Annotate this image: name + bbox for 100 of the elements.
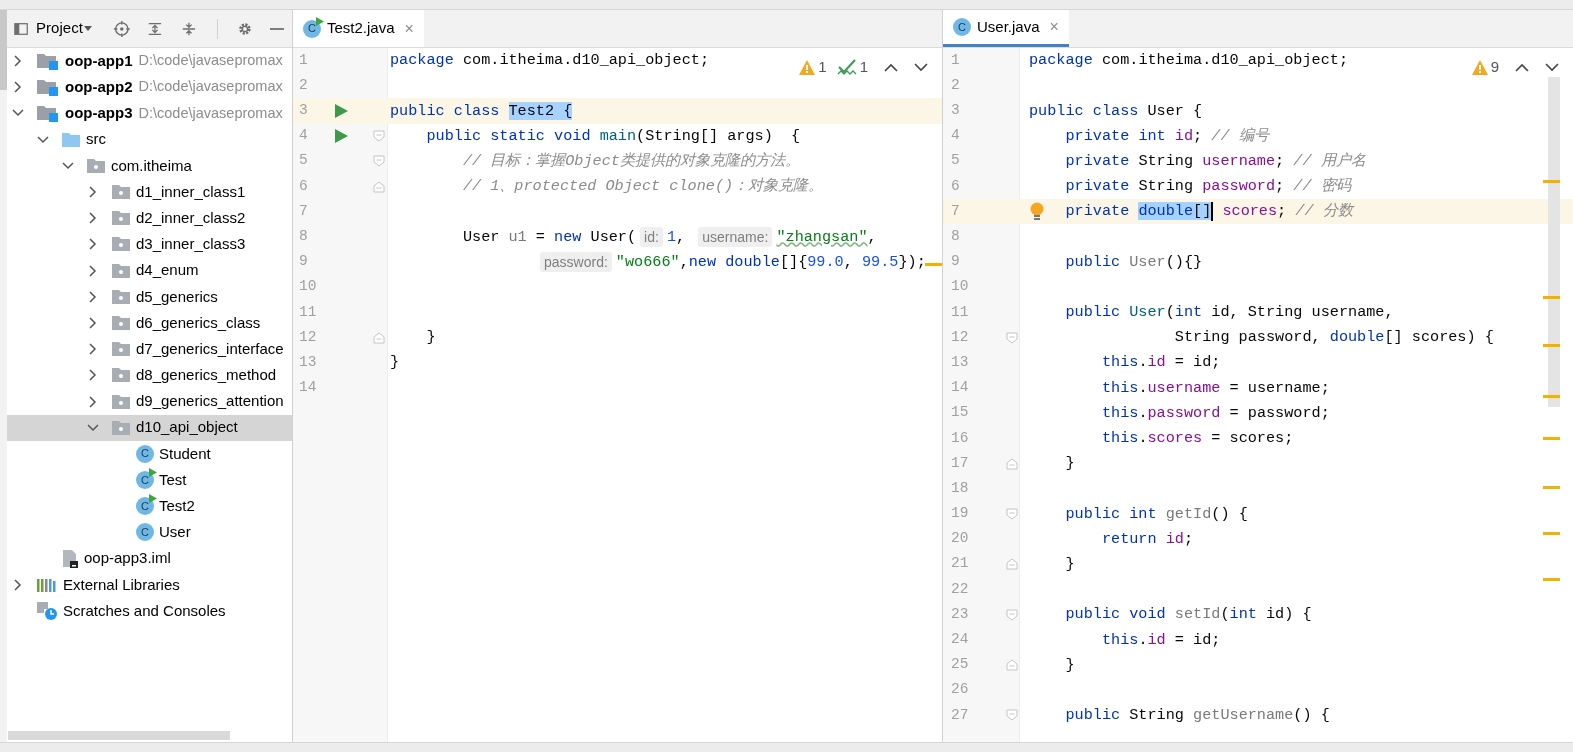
chevron-right-icon[interactable] bbox=[12, 55, 24, 68]
chevron-right-icon[interactable] bbox=[87, 238, 99, 251]
project-icon[interactable] bbox=[14, 20, 29, 37]
tree-item[interactable]: d3_inner_class3 bbox=[7, 231, 292, 258]
tree-item[interactable]: Scratches and Consoles bbox=[7, 597, 292, 625]
chevron-right-icon[interactable] bbox=[87, 264, 99, 277]
line-number: 11 bbox=[950, 302, 970, 322]
file-icon bbox=[61, 548, 79, 569]
chevron-right-icon[interactable] bbox=[12, 81, 24, 94]
typo-count[interactable]: 1 bbox=[836, 56, 868, 79]
fold-marker-icon[interactable] bbox=[373, 130, 385, 143]
close-button[interactable]: × bbox=[1049, 15, 1059, 39]
code-line: // 目标：掌握Object类提供的对象克隆的方法。 bbox=[461, 150, 800, 172]
tree-item[interactable]: d1_inner_class1 bbox=[7, 178, 292, 206]
chevron-right-icon[interactable] bbox=[12, 578, 24, 591]
close-button[interactable]: × bbox=[404, 16, 414, 41]
locate-icon[interactable] bbox=[112, 18, 131, 39]
fold-marker-icon[interactable] bbox=[1006, 558, 1018, 571]
code-line: public class Test2 { bbox=[390, 100, 573, 122]
code-line: } bbox=[1064, 654, 1075, 676]
run-icon[interactable] bbox=[335, 129, 348, 144]
chevron-right-icon[interactable] bbox=[87, 212, 99, 225]
fold-marker-icon[interactable] bbox=[1006, 608, 1018, 621]
tree-item[interactable]: d9_generics_attention bbox=[7, 388, 292, 415]
package-folder-icon bbox=[111, 419, 131, 436]
line-number: 27 bbox=[950, 705, 970, 725]
next-highlight-icon[interactable] bbox=[1545, 62, 1559, 72]
tree-item[interactable]: oop-app3.iml bbox=[7, 545, 292, 572]
error-stripe-mark bbox=[925, 263, 942, 266]
line-number: 4 bbox=[298, 126, 309, 146]
warning-stripe-mark bbox=[1543, 344, 1560, 347]
tree-item[interactable]: oop-app1 D:\code\javasepromax bbox=[7, 48, 292, 75]
tree-item[interactable]: External Libraries bbox=[7, 571, 292, 598]
line-number: 2 bbox=[298, 75, 309, 95]
fold-marker-icon[interactable] bbox=[1006, 507, 1018, 520]
item-label: d8_generics_method bbox=[136, 365, 277, 386]
chevron-down-icon[interactable] bbox=[87, 421, 99, 434]
tree-item[interactable]: src bbox=[7, 126, 292, 153]
fold-marker-icon[interactable] bbox=[1006, 659, 1018, 672]
tree-item[interactable]: C Test2 bbox=[7, 493, 292, 520]
vertical-scrollbar[interactable] bbox=[1548, 77, 1560, 407]
previous-highlight-icon[interactable] bbox=[1515, 62, 1529, 72]
warning-stripe-mark bbox=[1543, 578, 1560, 581]
item-path: D:\code\javasepromax bbox=[138, 103, 283, 123]
tree-item[interactable]: com.itheima bbox=[7, 152, 292, 179]
code-text: 1, bbox=[666, 226, 687, 248]
chevron-right-icon[interactable] bbox=[87, 369, 99, 382]
line-number: 11 bbox=[298, 302, 318, 322]
run-icon[interactable] bbox=[335, 103, 348, 118]
tree-item[interactable]: oop-app3 D:\code\javasepromax bbox=[7, 100, 292, 127]
chevron-down-icon[interactable] bbox=[37, 133, 49, 146]
line-number: 2 bbox=[950, 75, 961, 95]
line-number: 12 bbox=[950, 327, 970, 347]
warning-stripe-mark bbox=[1543, 180, 1560, 183]
fold-marker-icon[interactable] bbox=[1006, 709, 1018, 722]
line-number: 14 bbox=[298, 378, 318, 398]
tree-item[interactable]: C Student bbox=[7, 440, 292, 467]
previous-highlight-icon[interactable] bbox=[884, 62, 898, 72]
chevron-right-icon[interactable] bbox=[87, 186, 99, 199]
code-text: "wo666",new double[]{99.0, 99.5}); bbox=[615, 251, 926, 273]
horizontal-scrollbar[interactable] bbox=[8, 731, 230, 740]
tree-item[interactable]: d7_generics_interface bbox=[7, 336, 292, 363]
warning-count[interactable]: 1 bbox=[799, 56, 827, 79]
next-highlight-icon[interactable] bbox=[914, 62, 928, 72]
tree-item[interactable]: d10_api_object bbox=[7, 414, 292, 441]
chevron-right-icon[interactable] bbox=[87, 316, 99, 329]
line-number: 20 bbox=[950, 529, 970, 549]
library-bars-icon bbox=[36, 576, 58, 593]
chevron-right-icon[interactable] bbox=[87, 290, 99, 303]
module-folder-icon bbox=[36, 78, 60, 97]
tree-item[interactable]: d6_generics_class bbox=[7, 309, 292, 337]
tree-item[interactable]: oop-app2 D:\code\javasepromax bbox=[7, 74, 292, 101]
project-view-dropdown[interactable]: Project bbox=[36, 17, 92, 40]
chevron-right-icon[interactable] bbox=[87, 343, 99, 356]
item-label: oop-app3 bbox=[65, 103, 133, 124]
package-folder-icon bbox=[111, 341, 131, 358]
chevron-down-icon[interactable] bbox=[62, 159, 74, 172]
fold-marker-icon[interactable] bbox=[373, 331, 385, 344]
fold-marker-icon[interactable] bbox=[373, 180, 385, 193]
item-label: oop-app3.iml bbox=[84, 548, 171, 569]
line-number: 26 bbox=[950, 680, 970, 700]
lightbulb-icon[interactable] bbox=[1029, 201, 1045, 222]
editor-tab[interactable]: C Test2.java × bbox=[293, 10, 424, 47]
chevron-right-icon[interactable] bbox=[87, 395, 99, 408]
code-line: this.id = id; bbox=[1100, 629, 1221, 651]
tree-item[interactable]: d8_generics_method bbox=[7, 362, 292, 389]
line-number: 7 bbox=[950, 201, 961, 221]
tree-item[interactable]: C Test bbox=[7, 467, 292, 494]
tree-item[interactable]: d4_enum bbox=[7, 257, 292, 284]
fold-marker-icon[interactable] bbox=[1006, 457, 1018, 470]
line-number: 9 bbox=[950, 252, 961, 272]
warning-count[interactable]: 9 bbox=[1471, 56, 1499, 79]
tree-item[interactable]: d2_inner_class2 bbox=[7, 205, 292, 232]
fold-marker-icon[interactable] bbox=[373, 155, 385, 168]
tree-item[interactable]: C User bbox=[7, 519, 292, 546]
editor-tab[interactable]: C User.java × bbox=[943, 10, 1069, 47]
tree-item[interactable]: d5_generics bbox=[7, 283, 292, 310]
fold-marker-icon[interactable] bbox=[1006, 331, 1018, 344]
code-line: private String username; // 用户名 bbox=[1064, 150, 1366, 172]
item-label: oop-app2 bbox=[65, 77, 133, 98]
